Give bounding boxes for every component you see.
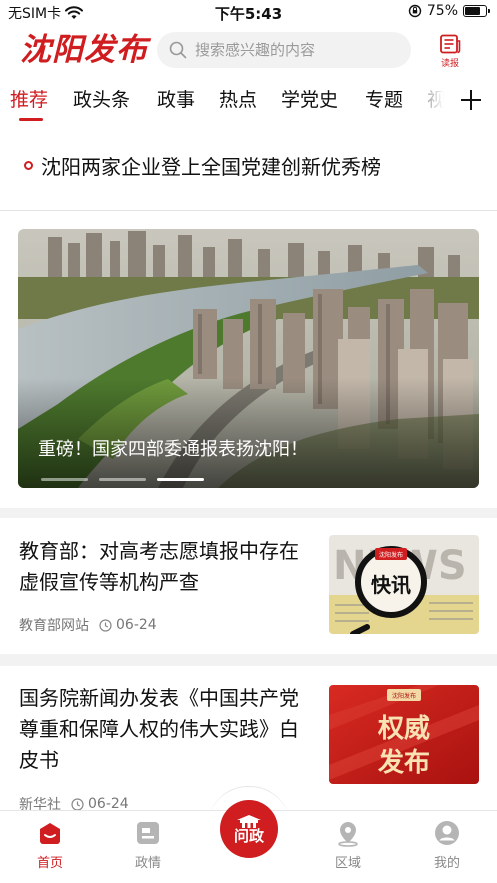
newspaper-icon xyxy=(440,34,461,54)
location-icon xyxy=(338,822,358,847)
nav-region[interactable]: 区域 xyxy=(318,819,378,871)
nav-politics[interactable]: 政情 xyxy=(118,819,178,871)
add-channel-button[interactable] xyxy=(458,86,484,114)
banner-carousel[interactable]: 重磅！国家四部委通报表扬沈阳！ xyxy=(18,229,479,488)
tab-recommend[interactable]: 推荐 xyxy=(10,86,48,114)
profile-icon xyxy=(435,821,459,845)
news-title: 教育部：对高考志愿填报中存在虚假宣传等机构严查 xyxy=(19,539,299,594)
app-logo: 沈阳发布 xyxy=(20,32,148,68)
divider xyxy=(0,210,497,211)
headline-ticker[interactable]: 沈阳两家企业登上全国党建创新优秀榜 xyxy=(0,148,497,184)
gate-tower-icon xyxy=(237,815,261,828)
battery-level xyxy=(465,7,480,15)
thumb-banner: 沈阳发布 xyxy=(379,551,403,559)
nav-profile-label: 我的 xyxy=(433,856,460,871)
home-icon xyxy=(40,823,60,844)
ticker-text: 沈阳两家企业登上全国党建创新优秀榜 xyxy=(41,155,381,179)
read-paper-label: 读报 xyxy=(440,59,459,69)
news-source: 教育部网站 xyxy=(19,618,89,634)
news-flash-image: NEWS 沈阳发布 快讯 xyxy=(329,535,479,634)
tab-party-history[interactable]: 学党史 xyxy=(281,86,338,114)
carousel-title: 重磅！国家四部委通报表扬沈阳！ xyxy=(38,439,308,460)
news-thumbnail: NEWS 沈阳发布 快讯 xyxy=(329,535,479,634)
authoritative-release-image: 沈阳发布 权威 发布 xyxy=(329,685,479,784)
battery-percent: 75% xyxy=(426,3,458,19)
thumb-label-line2: 发布 xyxy=(377,747,430,778)
nav-home-label: 首页 xyxy=(36,856,63,871)
news-title: 国务院新闻办发表《中国共产党尊重和保障人权的伟大实践》白皮书 xyxy=(19,686,299,772)
status-right: 75% xyxy=(408,3,490,19)
ask-government-label: 问政 xyxy=(233,827,264,845)
search-bar[interactable] xyxy=(157,32,411,68)
active-tab-indicator xyxy=(19,118,43,121)
nav-politics-label: 政情 xyxy=(134,856,161,871)
news-thumbnail: 沈阳发布 权威 发布 xyxy=(329,685,479,784)
section-divider xyxy=(0,508,497,518)
thumb-banner: 沈阳发布 xyxy=(392,692,416,700)
nav-profile[interactable]: 我的 xyxy=(417,819,477,871)
ticker-bullet-icon xyxy=(24,161,33,170)
plus-icon xyxy=(461,90,481,110)
search-input[interactable] xyxy=(195,41,395,59)
carousel-dots xyxy=(41,478,204,481)
ask-government-button[interactable]: 问政 xyxy=(220,800,278,858)
search-icon xyxy=(169,41,187,59)
tab-affairs[interactable]: 政事 xyxy=(157,86,195,114)
carousel-shade xyxy=(18,378,479,488)
tab-headlines[interactable]: 政头条 xyxy=(73,86,130,114)
tab-hot[interactable]: 热点 xyxy=(219,86,257,114)
orientation-lock-icon xyxy=(408,4,422,18)
app-header: 沈阳发布 读报 xyxy=(0,30,497,72)
read-paper-button[interactable]: 读报 xyxy=(436,34,464,69)
news-meta: 教育部网站 06-24 xyxy=(19,615,157,635)
clock-icon xyxy=(99,618,112,632)
tabs-fade xyxy=(400,84,455,118)
carousel-dot[interactable] xyxy=(41,478,88,481)
nav-region-label: 区域 xyxy=(334,856,361,871)
tab-topics[interactable]: 专题 xyxy=(365,86,403,114)
battery-icon xyxy=(463,5,490,17)
thumb-flash-label: 快讯 xyxy=(371,573,411,597)
news-date: 06-24 xyxy=(116,617,157,633)
news-icon xyxy=(137,822,159,844)
status-bar: 无SIM卡 下午5:43 75% xyxy=(0,0,497,26)
news-item[interactable]: 教育部：对高考志愿填报中存在虚假宣传等机构严查 教育部网站 06-24 NEWS… xyxy=(0,518,497,652)
carousel-dot[interactable] xyxy=(99,478,146,481)
clock-icon xyxy=(71,797,84,811)
thumb-label-line1: 权威 xyxy=(377,713,430,744)
nav-home[interactable]: 首页 xyxy=(20,819,80,871)
section-divider xyxy=(0,654,497,666)
carousel-dot-active[interactable] xyxy=(157,478,204,481)
